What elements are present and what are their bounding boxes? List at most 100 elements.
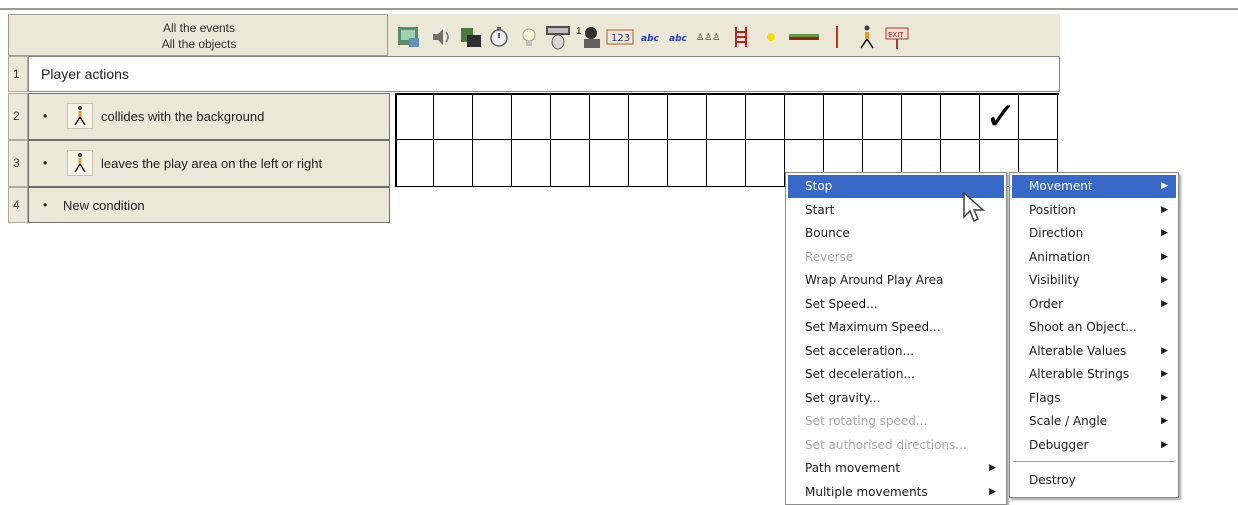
special-conditions-icon[interactable] [516, 24, 542, 50]
menu-item-alterable-strings[interactable]: Alterable Strings ▶ [1012, 363, 1176, 386]
menu-item-shoot-an-object[interactable]: Shoot an Object... [1012, 316, 1176, 339]
menu-item-multiple-movements[interactable]: Multiple movements ▶ [788, 481, 1004, 504]
header-all-events[interactable]: All the events All the objects [8, 14, 388, 56]
event-cell[interactable] [473, 93, 512, 140]
action-categories-menu: Movement ▶ Position ▶ Direction ▶ Animation ▶ Vi… [1009, 172, 1179, 498]
menu-item-animation[interactable]: Animation ▶ [1012, 246, 1176, 269]
event-cell[interactable] [668, 93, 707, 140]
submenu-arrow-icon: ▶ [1161, 275, 1168, 285]
string-icon[interactable]: abc [640, 24, 666, 50]
menu-item-set-rotating-speed: Set rotating speed... [788, 410, 1004, 433]
event-cell[interactable] [863, 93, 902, 140]
platform-icon[interactable] [788, 24, 820, 50]
group-label: Player actions [41, 66, 129, 82]
menu-item-label: Reverse [805, 249, 854, 264]
event-cell[interactable] [629, 140, 668, 187]
bullet-icon[interactable] [758, 24, 784, 50]
menu-item-visibility[interactable]: Visibility ▶ [1012, 269, 1176, 292]
event-cell[interactable] [629, 93, 668, 140]
submenu-arrow-icon: ▶ [1161, 251, 1168, 262]
event-cell[interactable] [1019, 93, 1058, 140]
menu-item-label: Set deceleration... [805, 367, 915, 381]
event-cell[interactable] [434, 93, 473, 140]
menu-item-set-gravity[interactable]: Set gravity... [788, 387, 1004, 410]
row-number-3: 3 [8, 140, 28, 187]
top-divider [0, 8, 1238, 10]
menu-item-label: Movement [1029, 179, 1093, 193]
menu-item-label: Destroy [1029, 473, 1076, 487]
condition-row-leaves-play-area[interactable]: • leaves the play area on the left or ri… [28, 140, 390, 187]
submenu-arrow-icon: ▶ [1161, 298, 1168, 309]
event-cell[interactable] [512, 93, 551, 140]
event-cell[interactable] [707, 140, 746, 187]
menu-item-label: Alterable Strings [1029, 367, 1130, 381]
menu-item-wrap-around-play-area[interactable]: Wrap Around Play Area [788, 269, 1004, 292]
event-cell[interactable] [395, 93, 434, 140]
menu-item-label: Wrap Around Play Area [805, 273, 944, 287]
submenu-arrow-icon: ▶ [1161, 181, 1168, 191]
event-cell[interactable] [434, 140, 473, 187]
string-icon[interactable]: abc [668, 24, 694, 50]
counter-icon[interactable]: 123 [606, 24, 634, 50]
create-new-objects-icon[interactable] [458, 24, 484, 50]
menu-item-label: Order [1029, 296, 1064, 311]
event-cell[interactable] [590, 93, 629, 140]
menu-item-order[interactable]: Order ▶ [1012, 293, 1176, 316]
menu-item-destroy[interactable]: Destroy [1012, 469, 1176, 492]
event-cell[interactable] [824, 93, 863, 140]
menu-item-debugger[interactable]: Debugger ▶ [1012, 434, 1176, 457]
event-cell[interactable] [551, 93, 590, 140]
group-row-player-actions[interactable]: Player actions [28, 56, 1060, 92]
menu-item-flags[interactable]: Flags ▶ [1012, 387, 1176, 410]
event-cell[interactable] [512, 140, 551, 187]
row-number-1: 1 [8, 56, 28, 92]
menu-item-label: Position [1029, 202, 1076, 217]
event-cell[interactable] [785, 93, 824, 140]
menu-item-set-deceleration[interactable]: Set deceleration... [788, 363, 1004, 386]
event-cell[interactable] [746, 140, 785, 187]
submenu-arrow-icon: ▶ [1161, 416, 1168, 426]
exit-icon[interactable]: EXIT [884, 24, 910, 50]
submenu-arrow-icon: ▶ [1161, 369, 1168, 379]
event-cell[interactable] [902, 93, 941, 140]
condition-row-collides[interactable]: • collides with the background [28, 93, 390, 140]
action-checkmark[interactable]: ✓ [985, 96, 1017, 136]
menu-item-label: Stop [805, 179, 833, 193]
wall-icon[interactable] [824, 24, 850, 50]
event-cell[interactable] [746, 93, 785, 140]
row-number-2: 2 [8, 93, 28, 140]
event-cell[interactable] [395, 140, 434, 187]
menu-item-set-acceleration[interactable]: Set acceleration... [788, 340, 1004, 363]
menu-item-set-speed[interactable]: Set Speed... [788, 293, 1004, 316]
event-cell[interactable] [473, 140, 512, 187]
event-cell[interactable] [551, 140, 590, 187]
menu-item-alterable-values[interactable]: Alterable Values ▶ [1012, 340, 1176, 363]
lives-icon[interactable]: ♙♙♙ [695, 24, 725, 50]
storyboard-controls-icon[interactable] [396, 24, 422, 50]
svg-text:123: 123 [611, 33, 630, 44]
event-cell[interactable] [941, 93, 980, 140]
menu-item-set-maximum-speed[interactable]: Set Maximum Speed... [788, 316, 1004, 339]
ladder-icon[interactable] [728, 24, 754, 50]
menu-item-reverse: Reverse [788, 246, 1004, 269]
event-cell[interactable] [707, 93, 746, 140]
event-cell[interactable] [590, 140, 629, 187]
sound-icon[interactable] [428, 24, 454, 50]
menu-item-label: Set authorised directions... [805, 437, 967, 452]
new-condition-row[interactable]: • New condition [28, 187, 390, 223]
row-number-4: 4 [8, 187, 28, 223]
menu-item-label: Multiple movements [805, 484, 928, 499]
menu-item-position[interactable]: Position ▶ [1012, 199, 1176, 222]
event-cell[interactable] [668, 140, 707, 187]
grid-border [395, 93, 397, 187]
menu-item-movement[interactable]: Movement ▶ [1012, 175, 1176, 198]
menu-item-scale-angle[interactable]: Scale / Angle ▶ [1012, 410, 1176, 433]
timer-icon[interactable] [486, 24, 512, 50]
condition-label: collides with the background [101, 109, 265, 124]
menu-item-path-movement[interactable]: Path movement ▶ [788, 457, 1004, 480]
header-events-label: All the events [162, 21, 236, 35]
player-character-icon[interactable] [854, 24, 880, 50]
keyboard-mouse-icon[interactable] [545, 24, 571, 50]
player-icon[interactable]: 1 [576, 24, 602, 50]
menu-item-direction[interactable]: Direction ▶ [1012, 222, 1176, 245]
